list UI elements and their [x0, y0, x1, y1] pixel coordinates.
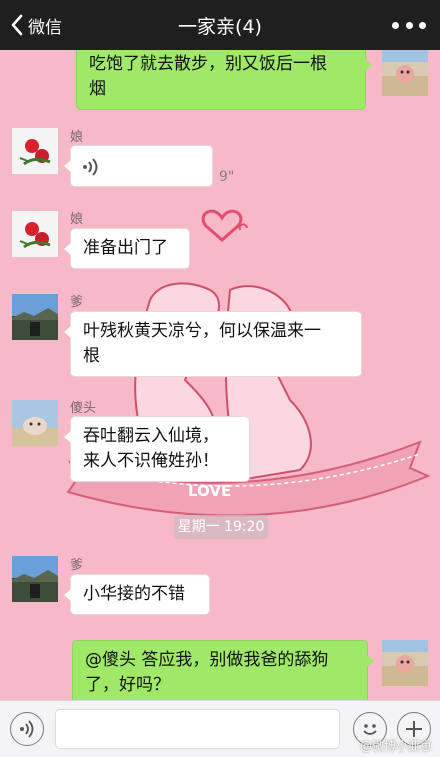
voice-duration: 9": [219, 169, 235, 185]
avatar-self[interactable]: [382, 640, 428, 686]
sender-name: 爹: [70, 558, 84, 573]
sender-name: 娘: [70, 130, 84, 145]
message-line: 叶残秋黄天凉兮，何以保温来一: [83, 321, 321, 341]
voice-input-button[interactable]: [10, 712, 44, 746]
message-bubble[interactable]: 叶残秋黄天凉兮，何以保温来一 根: [64, 311, 362, 377]
back-label: 微信: [28, 17, 62, 38]
message-line: 吃饱了就去散步，别又饭后一根: [89, 54, 327, 74]
avatar-die[interactable]: [12, 294, 58, 340]
voice-icon: [83, 158, 98, 176]
chevron-left-icon: [11, 14, 23, 36]
message-bubble[interactable]: 小华接的不错: [64, 574, 210, 615]
avatar-self[interactable]: [382, 50, 428, 96]
chat-area[interactable]: LOVE 吃饱了就去散步，别又饭后一根 烟 娘 9" 娘 准备出门了 爹 叶残秋…: [0, 50, 440, 700]
sender-name: 傻头: [70, 401, 97, 416]
message-line: 准备出门了: [83, 238, 168, 258]
message-line: 吞吐翻云入仙境，: [83, 426, 219, 446]
chat-title: 一家亲(4): [178, 16, 262, 38]
message-bubble[interactable]: 吞吐翻云入仙境， 来人不识俺姓孙！: [64, 416, 250, 482]
message-bubble-self[interactable]: @傻头 答应我，别做我爸的舔狗 了，好吗？: [72, 640, 374, 700]
input-bar: @微博小亚崽: [0, 700, 440, 757]
avatar-niang[interactable]: [12, 128, 58, 174]
message-bubble[interactable]: 准备出门了: [64, 228, 190, 269]
message-line: 小华接的不错: [83, 584, 185, 604]
ribbon-love-text: LOVE: [188, 482, 231, 500]
watermark: @微博小亚崽: [359, 739, 432, 753]
sender-name: 娘: [70, 212, 84, 227]
message-line: @傻头 答应我，别做我爸的舔狗: [85, 650, 329, 670]
sender-name: 爹: [70, 295, 84, 310]
top-bar: 微信 一家亲(4): [0, 0, 440, 50]
message-line: 根: [83, 346, 100, 366]
message-bubble-self[interactable]: 吃饱了就去散步，别又饭后一根 烟: [76, 50, 372, 110]
plus-icon: [406, 721, 422, 737]
avatar-shatou[interactable]: [12, 400, 58, 446]
timestamp: 星期一 19:20: [174, 515, 268, 539]
voice-message-bubble[interactable]: [64, 145, 213, 187]
message-line: 了，好吗？: [85, 675, 170, 695]
message-line: 来人不识俺姓孙！: [83, 451, 219, 471]
avatar-die[interactable]: [12, 556, 58, 602]
avatar-niang[interactable]: [12, 211, 58, 257]
message-line: 烟: [89, 79, 106, 99]
voice-icon: [20, 720, 34, 738]
more-dots-icon[interactable]: [392, 13, 426, 37]
message-input[interactable]: [55, 709, 340, 749]
back-button[interactable]: 微信: [10, 10, 62, 40]
